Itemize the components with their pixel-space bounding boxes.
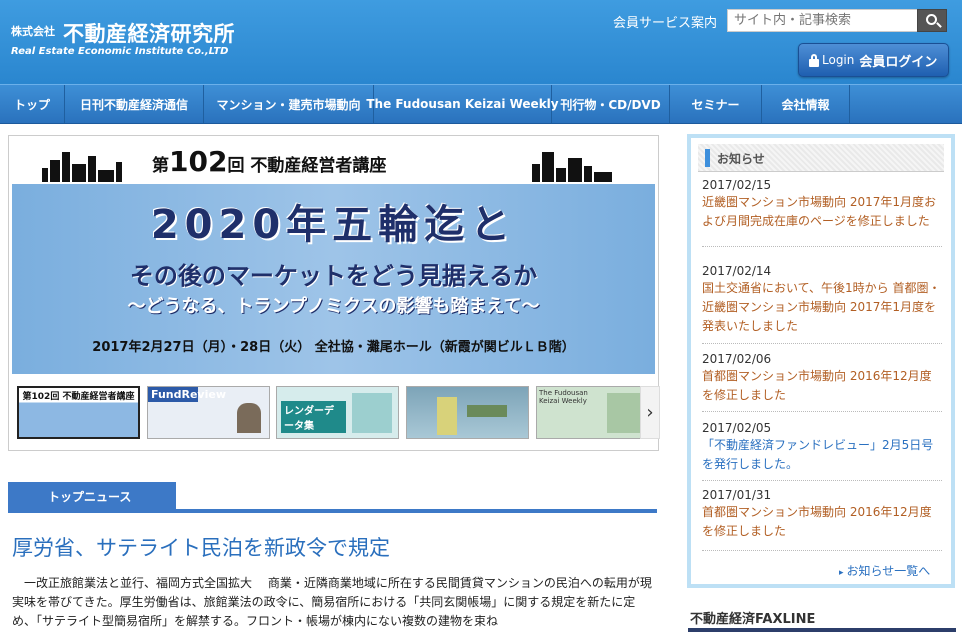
sidebar-accent-bar <box>705 149 710 167</box>
thumbnail-lender-data[interactable]: レンダーデータ集 <box>276 386 399 439</box>
banner-header[interactable]: 第102回 不動産経営者講座 <box>12 139 655 184</box>
company-prefix[interactable]: 株式会社 <box>11 23 55 39</box>
faxline-title: 不動産経済FAXLINE <box>690 612 816 627</box>
member-service-link[interactable]: 会員サービス案内 <box>613 12 717 31</box>
nav-item-top[interactable]: トップ <box>0 85 65 123</box>
news-item: 2017/02/14 国土交通省において、午後1時から 首都圏・近畿圏マンション… <box>702 264 942 344</box>
news-date: 2017/02/15 <box>702 178 772 192</box>
nav-item-seminar[interactable]: セミナー <box>670 85 762 123</box>
site-header: 株式会社 不動産経済研究所 Real Estate Economic Insti… <box>0 0 962 84</box>
news-date: 2017/02/14 <box>702 264 772 278</box>
search-button[interactable] <box>917 9 947 32</box>
banner-slider: 第102回 不動産経営者講座 2020年五輪迄と その後のマーケットをどう見据え… <box>8 135 660 451</box>
news-link[interactable]: 近畿圏マンション市場動向 2017年1月度および月間完成在庫のページを修正しまし… <box>702 193 942 231</box>
news-link[interactable]: 首都圏マンション市場動向 2016年12月度を修正しました <box>702 367 942 405</box>
news-date: 2017/02/06 <box>702 352 772 366</box>
article-title[interactable]: 厚労省、サテライト民泊を新政令で規定 <box>12 532 390 562</box>
nav-item-company[interactable]: 会社情報 <box>762 85 850 123</box>
search-input[interactable] <box>727 9 918 32</box>
lock-icon <box>809 53 819 67</box>
thumbnail-city[interactable] <box>406 386 529 439</box>
news-date: 2017/01/31 <box>702 488 772 502</box>
company-name-en[interactable]: Real Estate Economic Institute Co.,LTD <box>11 46 228 57</box>
main-nav: トップ 日刊不動産経済通信 マンション・建売市場動向 The Fudousan … <box>0 84 962 124</box>
thumbnail-seminar[interactable]: 第102回 不動産経営者講座 <box>17 386 140 439</box>
site-logo[interactable]: 不動産経済研究所 <box>63 18 235 48</box>
thumbnail-fund-review[interactable]: FundReview <box>147 386 270 439</box>
banner-date: 2017年2月27日（月）・28日（火） 全社協・灘尾ホール（新霞が関ビルＬＢ階… <box>92 340 575 355</box>
banner-subheadline-2: ～どうなる、トランプノミクスの影響も踏まえて～ <box>127 296 540 317</box>
news-sidebar: お知らせ 2017/02/15 近畿圏マンション市場動向 2017年1月度および… <box>687 134 955 588</box>
thumbnail-strip: 第102回 不動産経営者講座 FundReview レンダーデータ集 The F… <box>12 382 660 440</box>
nav-item-weekly[interactable]: The Fudousan Keizai Weekly <box>366 85 559 123</box>
news-item: 2017/02/05 「不動産経済ファンドレビュー」2月5日号を発行しました。 <box>702 421 942 481</box>
nav-item-publications[interactable]: 刊行物・CD/DVD <box>552 85 670 123</box>
banner-subheadline: その後のマーケットをどう見据えるか <box>129 262 538 290</box>
sidebar-title: お知らせ <box>717 152 765 166</box>
news-list-link[interactable]: ▸ お知らせ一覧へ <box>839 562 930 579</box>
nav-item-daily-news[interactable]: 日刊不動産経済通信 <box>65 85 204 123</box>
news-item: 2017/02/06 首都圏マンション市場動向 2016年12月度を修正しました <box>702 352 942 412</box>
sidebar-header: お知らせ <box>698 144 944 172</box>
topnews-tab[interactable]: トップニュース <box>8 482 176 510</box>
faxline-divider <box>688 628 956 632</box>
nav-item-market-trends[interactable]: マンション・建売市場動向 <box>204 85 374 123</box>
login-label: Login <box>822 53 855 67</box>
chevron-right-icon: › <box>646 402 654 423</box>
topnews-divider <box>8 509 657 513</box>
news-link[interactable]: 「不動産経済ファンドレビュー」2月5日号を発行しました。 <box>702 436 942 474</box>
banner-image[interactable]: 2020年五輪迄と その後のマーケットをどう見据えるか ～どうなる、トランプノミ… <box>12 184 655 374</box>
banner-title: 第102回 不動産経営者講座 <box>152 145 387 178</box>
login-button[interactable]: Login 会員ログイン <box>798 43 949 77</box>
news-item: 2017/01/31 首都圏マンション市場動向 2016年12月度を修正しました <box>702 488 942 551</box>
news-item: 2017/02/15 近畿圏マンション市場動向 2017年1月度および月間完成在… <box>702 178 942 247</box>
slider-next-button[interactable]: › <box>640 386 660 439</box>
article-body: 一改正旅館業法と並行、福岡方式全国拡大 商業・近隣商業地域に所在する民間賃貸マン… <box>12 576 652 628</box>
news-date: 2017/02/05 <box>702 421 772 435</box>
banner-headline: 2020年五輪迄と <box>150 202 517 248</box>
news-link[interactable]: 首都圏マンション市場動向 2016年12月度を修正しました <box>702 503 942 541</box>
triangle-right-icon: ▸ <box>839 568 844 578</box>
login-label-ja: 会員ログイン <box>859 54 938 70</box>
news-link[interactable]: 国土交通省において、午後1時から 首都圏・近畿圏マンション市場動向 2017年1… <box>702 279 942 336</box>
